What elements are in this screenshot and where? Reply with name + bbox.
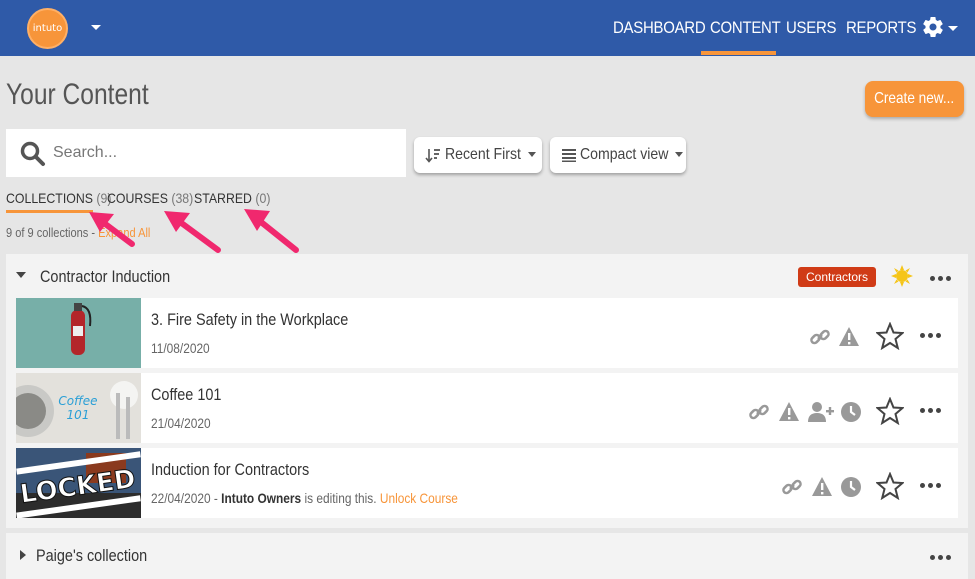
clock-icon[interactable] [840, 476, 862, 498]
course-title[interactable]: 3. Fire Safety in the Workplace [151, 310, 348, 330]
course-row[interactable]: LOCKED Induction for Contractors 22/04/2… [16, 448, 958, 518]
view-caret-icon [675, 152, 684, 158]
course-row[interactable]: Coffee 101 Coffee 101 21/04/2020 [16, 373, 958, 443]
link-icon[interactable] [781, 476, 803, 498]
coffee-thumb-text: Coffee [58, 394, 97, 408]
collapse-caret-icon[interactable] [16, 272, 26, 278]
nav-dashboard[interactable]: DASHBOARD [613, 0, 706, 56]
link-icon[interactable] [809, 326, 831, 348]
star-icon[interactable] [876, 322, 904, 350]
collection-panel-collapsed [6, 533, 968, 579]
clock-icon[interactable] [840, 401, 862, 423]
intuto-logo[interactable]: intuto [27, 8, 68, 49]
tab-starred[interactable]: STARRED (0) [194, 190, 270, 206]
user-plus-icon[interactable] [808, 401, 834, 423]
sort-icon [425, 148, 440, 163]
course-thumbnail: Coffee 101 [16, 373, 141, 443]
sort-caret-icon [528, 152, 537, 158]
warning-icon[interactable] [811, 476, 833, 498]
gear-caret-icon[interactable] [948, 26, 958, 31]
search-input[interactable] [53, 137, 393, 169]
course-row[interactable]: 3. Fire Safety in the Workplace 11/08/20… [16, 298, 958, 368]
nav-users[interactable]: USERS [786, 0, 836, 56]
collection-more-icon[interactable] [930, 276, 954, 282]
expand-all-link[interactable]: Expand All [98, 225, 150, 240]
collection-title[interactable]: Contractor Induction [40, 267, 170, 287]
course-thumbnail: LOCKED [16, 448, 141, 518]
search-box [6, 129, 406, 177]
gear-icon[interactable] [921, 15, 945, 39]
warning-icon[interactable] [778, 401, 800, 423]
course-date: 11/08/2020 [151, 340, 210, 356]
link-icon[interactable] [748, 401, 770, 423]
nav-reports[interactable]: REPORTS [846, 0, 916, 56]
course-meta: 22/04/2020 - Intuto Owners is editing th… [151, 490, 458, 506]
unlock-course-link[interactable]: Unlock Course [380, 490, 458, 506]
collection-more-icon[interactable] [930, 555, 954, 561]
view-label: Compact view [580, 146, 669, 163]
sun-badge-icon [891, 265, 913, 287]
nav-active-indicator [701, 51, 776, 55]
star-icon[interactable] [876, 397, 904, 425]
star-icon[interactable] [876, 472, 904, 500]
course-thumbnail [16, 298, 141, 368]
search-icon [20, 141, 45, 166]
course-more-icon[interactable] [920, 333, 944, 339]
page-title: Your Content [6, 78, 149, 111]
create-new-button[interactable]: Create new... [865, 81, 964, 117]
tab-courses[interactable]: COURSES (38) [107, 190, 193, 206]
sort-label: Recent First [445, 146, 522, 163]
coffee-thumb-text: 101 [67, 408, 90, 422]
expand-caret-icon[interactable] [20, 550, 26, 560]
collection-title[interactable]: Paige's collection [36, 546, 147, 566]
collections-count: 9 of 9 collections - Expand All [6, 225, 151, 240]
course-title[interactable]: Induction for Contractors [151, 460, 309, 480]
view-dropdown[interactable]: Compact view [550, 137, 686, 173]
logo-caret-icon[interactable] [91, 25, 101, 30]
tab-active-indicator [6, 210, 93, 213]
course-date: 21/04/2020 [151, 415, 211, 431]
course-title[interactable]: Coffee 101 [151, 385, 221, 405]
course-more-icon[interactable] [920, 408, 944, 414]
warning-icon[interactable] [838, 326, 860, 348]
list-icon [562, 148, 576, 162]
sort-dropdown[interactable]: Recent First [414, 137, 542, 173]
nav-content[interactable]: CONTENT [710, 0, 781, 56]
course-more-icon[interactable] [920, 483, 944, 489]
collection-tag: Contractors [798, 267, 876, 287]
tab-collections[interactable]: COLLECTIONS (9) [6, 190, 111, 206]
